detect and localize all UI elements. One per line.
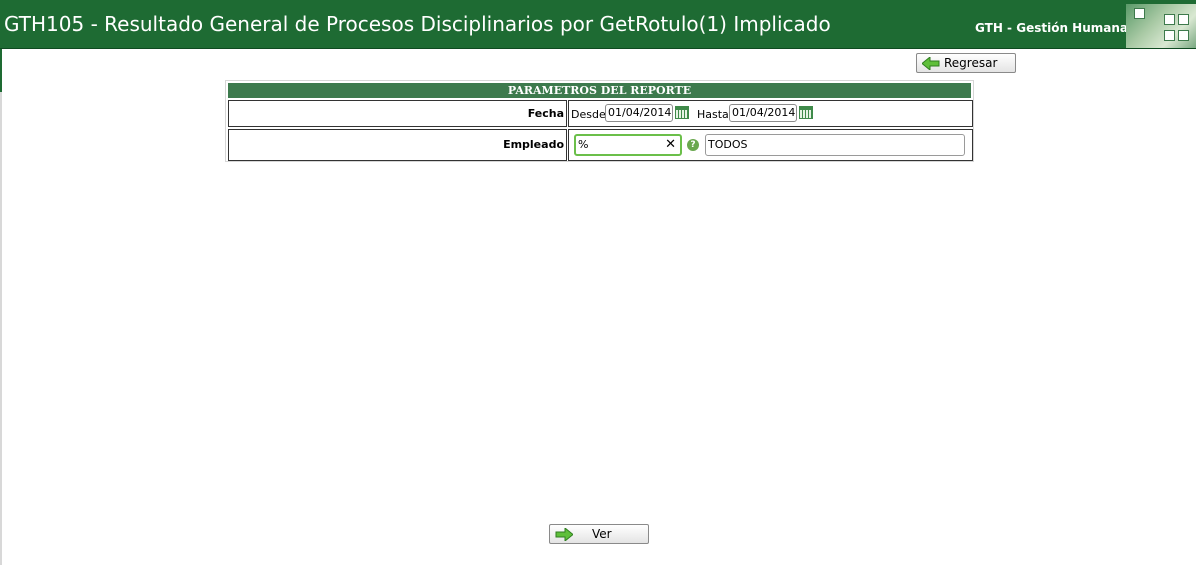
page-title: GTH105 - Resultado General de Procesos D… <box>4 12 831 36</box>
person-icon <box>1164 30 1175 41</box>
person-icon <box>1164 14 1175 25</box>
app-header: GTH105 - Resultado General de Procesos D… <box>0 0 1196 49</box>
calendar-icon[interactable] <box>799 106 813 119</box>
calendar-icon[interactable] <box>675 106 689 119</box>
arrow-right-icon <box>555 528 573 541</box>
help-icon[interactable]: ? <box>687 139 699 151</box>
empleado-name-field: TODOS <box>705 134 965 156</box>
desde-label: Desde: <box>571 108 610 121</box>
app-name: GTH - Gestión Humana <box>975 21 1128 35</box>
hasta-date-input[interactable]: 01/04/2014 <box>729 104 797 122</box>
regresar-label: Regresar <box>944 56 998 70</box>
empleado-label: Empleado <box>228 129 567 161</box>
fecha-label: Fecha <box>228 100 567 127</box>
desde-date-input[interactable]: 01/04/2014 <box>605 104 673 122</box>
ver-label: Ver <box>592 527 612 541</box>
panel-heading: PARAMETROS DEL REPORTE <box>228 83 971 98</box>
person-icon <box>1178 14 1189 25</box>
empleado-input-value: % <box>578 138 589 151</box>
person-icon <box>1178 30 1189 41</box>
empleado-input[interactable]: % ✕ <box>574 134 682 156</box>
people-logo-icon <box>1126 4 1196 48</box>
regresar-button[interactable]: Regresar <box>916 53 1016 73</box>
ver-button[interactable]: Ver <box>549 524 649 544</box>
parameters-panel: PARAMETROS DEL REPORTE Fecha Desde: 01/0… <box>225 80 974 162</box>
left-border-accent <box>0 48 2 92</box>
fecha-values: Desde: 01/04/2014 Hasta: 01/04/2014 <box>568 100 973 127</box>
left-border <box>0 48 2 565</box>
person-icon <box>1134 8 1145 19</box>
empleado-values: % ✕ ? TODOS <box>568 129 973 161</box>
close-icon[interactable]: ✕ <box>665 137 676 153</box>
hasta-label: Hasta: <box>697 108 733 121</box>
arrow-left-icon <box>922 57 940 70</box>
